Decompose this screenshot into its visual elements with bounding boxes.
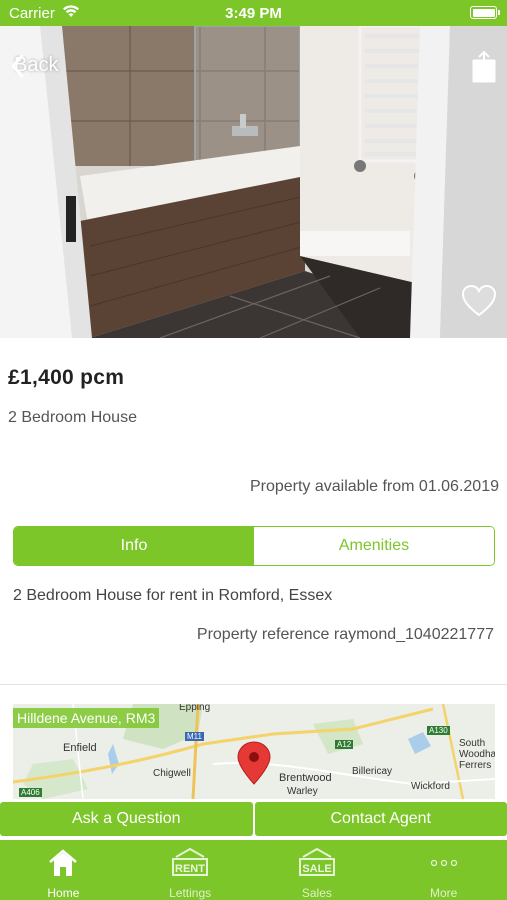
map-place-chigwell: Chigwell [153, 768, 191, 779]
more-dots-icon [429, 847, 459, 879]
sale-sign-icon: SALE [297, 847, 337, 879]
location-map[interactable]: Hilldene Avenue, RM3 Enfield Chigwell Br… [13, 704, 495, 799]
tab-lettings-label: Lettings [169, 886, 212, 900]
map-place-warley: Warley [287, 786, 318, 797]
action-bar: Ask a Question Contact Agent [0, 802, 507, 836]
home-icon [48, 847, 78, 879]
tab-lettings[interactable]: RENT Lettings [127, 840, 254, 900]
property-reference: Property reference raymond_1040221777 [196, 626, 494, 643]
listing-price: £1,400 pcm [8, 366, 125, 389]
property-photo[interactable]: Back [0, 26, 507, 338]
sale-badge-text: SALE [302, 863, 331, 875]
tab-sales-label: Sales [301, 886, 332, 900]
map-place-south-woodham-ferrers: South Woodham Ferrers [459, 738, 495, 771]
ask-question-button[interactable]: Ask a Question [0, 802, 253, 836]
map-place-epping: Epping [179, 704, 211, 713]
listing-description: 2 Bedroom House for rent in Romford, Ess… [13, 587, 333, 604]
map-place-brentwood: Brentwood [279, 772, 332, 784]
tab-home[interactable]: Home [0, 840, 127, 900]
divider [0, 684, 507, 685]
tab-bar: Home RENT Lettings SALE Sales More [0, 840, 507, 900]
availability-date: Property available from 01.06.2019 [249, 478, 499, 495]
battery-icon [470, 6, 500, 19]
contact-agent-button[interactable]: Contact Agent [254, 802, 507, 836]
map-location-label: Hilldene Avenue, RM3 [13, 708, 160, 728]
tab-sales[interactable]: SALE Sales [254, 840, 381, 900]
info-amenities-segment: Info Amenities [13, 526, 495, 566]
clock: 3:49 PM [225, 5, 282, 22]
map-place-enfield: Enfield [63, 742, 97, 754]
tab-amenities[interactable]: Amenities [254, 527, 494, 565]
rent-sign-icon: RENT [170, 847, 210, 879]
share-button[interactable] [471, 50, 497, 84]
map-road-a406: A406 [19, 788, 42, 797]
tab-home-label: Home [47, 886, 80, 900]
tab-more[interactable]: More [380, 840, 507, 900]
status-bar: Carrier 3:49 PM [0, 0, 507, 26]
map-road-m11: M11 [185, 732, 204, 741]
back-button[interactable]: Back [10, 54, 58, 78]
rent-badge-text: RENT [175, 863, 205, 875]
favorite-button[interactable] [461, 284, 497, 318]
property-type: 2 Bedroom House [8, 409, 137, 426]
tab-info[interactable]: Info [14, 527, 254, 565]
tab-more-label: More [429, 886, 458, 900]
map-road-a12: A12 [335, 740, 354, 749]
map-place-wickford: Wickford [411, 781, 450, 792]
map-road-a130: A130 [427, 726, 450, 735]
map-place-billericay: Billericay [352, 766, 393, 777]
